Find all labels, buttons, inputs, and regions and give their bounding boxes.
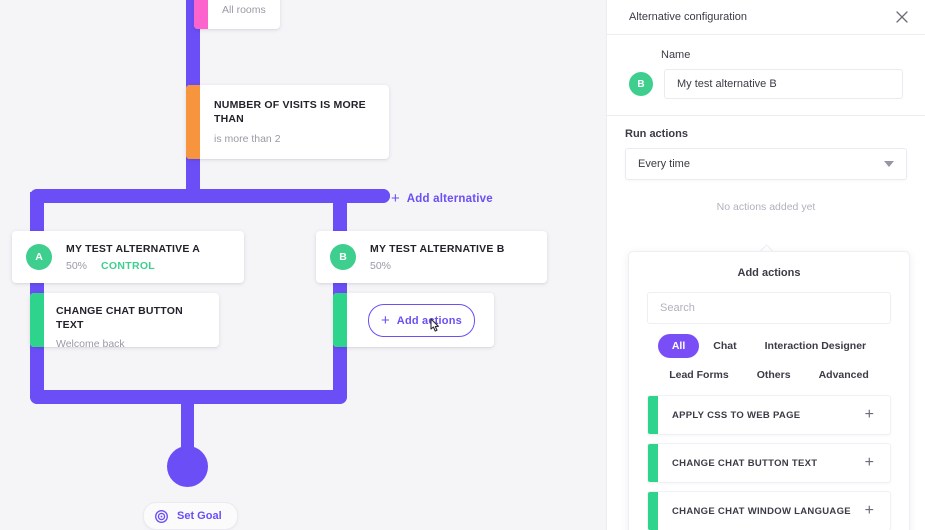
- add-alternative-button[interactable]: + Add alternative: [391, 191, 493, 206]
- plus-icon[interactable]: +: [865, 503, 874, 519]
- alternative-percent-b: 50%: [370, 259, 392, 272]
- set-goal-label: Set Goal: [177, 510, 222, 522]
- avatar-badge-panel: B: [629, 72, 653, 96]
- plus-icon: +: [391, 190, 400, 207]
- action-name: CHANGE CHAT WINDOW LANGUAGE: [672, 505, 851, 517]
- tab-interaction-designer[interactable]: Interaction Designer: [751, 334, 881, 358]
- flow-canvas[interactable]: All rooms NUMBER OF VISITS IS MORE THAN …: [0, 0, 607, 530]
- list-item[interactable]: APPLY CSS TO WEB PAGE +: [647, 395, 891, 435]
- node-card-all-rooms[interactable]: All rooms: [194, 0, 280, 29]
- node-subtitle: All rooms: [222, 4, 266, 16]
- name-section: Name B: [607, 35, 925, 116]
- category-tabs: All Chat Interaction Designer Lead Forms…: [643, 334, 895, 387]
- add-actions-title: Add actions: [737, 267, 801, 279]
- node-stripe: [30, 293, 44, 347]
- search-box[interactable]: [647, 292, 891, 324]
- plus-icon: +: [381, 312, 390, 329]
- tab-chat[interactable]: Chat: [699, 334, 750, 358]
- alternative-meta-b: 50%: [370, 260, 504, 272]
- action-name: APPLY CSS TO WEB PAGE: [672, 409, 801, 421]
- add-actions-label: Add actions: [396, 314, 462, 327]
- action-stripe: [648, 444, 658, 482]
- avatar-badge-b: B: [330, 244, 356, 270]
- close-glyph: [896, 11, 908, 23]
- alternative-text-a: MY TEST ALTERNATIVE A 50% CONTROL: [66, 243, 200, 272]
- tab-others[interactable]: Others: [743, 363, 805, 387]
- available-actions-list: APPLY CSS TO WEB PAGE + CHANGE CHAT BUTT…: [629, 395, 909, 530]
- action-stripe: [648, 396, 658, 434]
- alternative-meta-a: 50% CONTROL: [66, 260, 200, 272]
- node-stripe: [194, 0, 208, 29]
- close-icon[interactable]: [893, 8, 911, 26]
- alternative-card-a[interactable]: A MY TEST ALTERNATIVE A 50% CONTROL: [12, 231, 244, 283]
- control-badge: CONTROL: [101, 259, 156, 272]
- node-title: NUMBER OF VISITS IS MORE THAN: [214, 99, 366, 126]
- node-body: NUMBER OF VISITS IS MORE THAN is more th…: [186, 85, 389, 159]
- chevron-down-icon: [884, 161, 894, 167]
- panel-title: Alternative configuration: [629, 11, 748, 23]
- node-stripe: [186, 85, 200, 160]
- goal-endpoint-dot: [167, 446, 208, 487]
- run-actions-selected-value: Every time: [638, 158, 690, 170]
- plus-icon[interactable]: +: [865, 407, 874, 423]
- target-icon: [155, 509, 168, 523]
- run-actions-section: Run actions Every time No actions added …: [607, 116, 925, 213]
- action-stripe: [648, 492, 658, 530]
- action-card-subtitle: Welcome back: [56, 338, 125, 347]
- alternative-card-b[interactable]: B MY TEST ALTERNATIVE B 50%: [316, 231, 547, 283]
- no-actions-note: No actions added yet: [716, 201, 816, 213]
- panel-header: Alternative configuration: [607, 0, 925, 35]
- app-root: All rooms NUMBER OF VISITS IS MORE THAN …: [0, 0, 925, 530]
- name-row: B: [629, 69, 903, 99]
- node-card-number-of-visits[interactable]: NUMBER OF VISITS IS MORE THAN is more th…: [186, 85, 389, 160]
- add-actions-button-canvas[interactable]: + Add actions: [368, 304, 475, 337]
- alternative-configuration-panel: Alternative configuration Name B Run act…: [606, 0, 925, 530]
- action-card-placeholder-b[interactable]: + Add actions: [333, 293, 494, 347]
- avatar-badge-a: A: [26, 244, 52, 270]
- search-input[interactable]: [648, 302, 890, 314]
- action-card-title: CHANGE CHAT BUTTON TEXT: [56, 305, 183, 332]
- tab-all[interactable]: All: [657, 334, 700, 358]
- list-item[interactable]: CHANGE CHAT BUTTON TEXT +: [647, 443, 891, 483]
- set-goal-button[interactable]: Set Goal: [143, 502, 238, 530]
- node-stripe: [333, 293, 347, 347]
- alternative-name-b: MY TEST ALTERNATIVE B: [370, 242, 505, 255]
- plus-icon[interactable]: +: [865, 455, 874, 471]
- run-actions-label: Run actions: [625, 128, 688, 140]
- name-input[interactable]: [664, 69, 903, 99]
- action-name: CHANGE CHAT BUTTON TEXT: [672, 457, 818, 469]
- list-item[interactable]: CHANGE CHAT WINDOW LANGUAGE +: [647, 491, 891, 530]
- run-actions-select[interactable]: Every time: [625, 148, 907, 180]
- tab-lead-forms[interactable]: Lead Forms: [655, 363, 743, 387]
- alternative-text-b: MY TEST ALTERNATIVE B 50%: [370, 243, 504, 272]
- node-subtitle: is more than 2: [214, 133, 281, 146]
- action-card-change-chat-button-text[interactable]: CHANGE CHAT BUTTON TEXT Welcome back: [30, 293, 219, 347]
- add-alternative-label: Add alternative: [406, 192, 493, 205]
- alternative-name-a: MY TEST ALTERNATIVE A: [66, 242, 201, 255]
- add-actions-popup: Add actions All Chat Interaction Designe…: [628, 251, 910, 530]
- flow-connector-endpoint-dot: [376, 189, 390, 203]
- tab-advanced[interactable]: Advanced: [805, 363, 883, 387]
- alternative-percent-a: 50%: [66, 259, 88, 272]
- name-label: Name: [661, 49, 691, 61]
- node-body: CHANGE CHAT BUTTON TEXT Welcome back: [30, 293, 219, 347]
